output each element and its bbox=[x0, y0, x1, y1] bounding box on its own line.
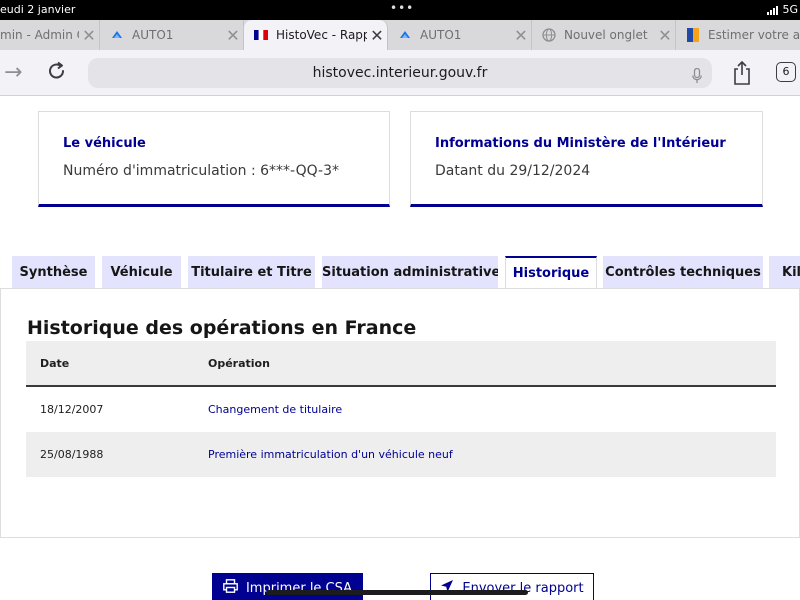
tab-titulaire-titre[interactable]: Titulaire et Titre bbox=[188, 256, 315, 289]
browser-tab-title: min - Admin C bbox=[0, 28, 79, 42]
registration-number: Numéro d'immatriculation : 6***-QQ-3* bbox=[63, 163, 340, 179]
browser-tab-title: Estimer votre au bbox=[708, 28, 800, 42]
ministry-card-title: Informations du Ministère de l'Intérieur bbox=[435, 136, 726, 151]
browser-tab-admin[interactable]: min - Admin C ✕ bbox=[0, 20, 100, 50]
send-report-button[interactable]: Envoyer le rapport bbox=[430, 573, 594, 600]
tab-controles-techniques[interactable]: Contrôles techniques bbox=[603, 256, 763, 289]
print-csa-button[interactable]: Imprimer le CSA bbox=[212, 573, 363, 600]
microphone-icon[interactable] bbox=[692, 65, 702, 83]
tab-situation-administrative[interactable]: Situation administrative bbox=[322, 256, 498, 289]
ministry-date: Datant du 29/12/2024 bbox=[435, 163, 591, 179]
browser-tab-strip: min - Admin C ✕ AUTO1 ✕ HistoVec - Rappo… bbox=[0, 20, 800, 50]
estimate-favicon-icon bbox=[686, 28, 700, 42]
column-header-operation: Opération bbox=[208, 356, 270, 370]
browser-tab-auto1[interactable]: AUTO1 ✕ bbox=[100, 20, 244, 50]
page-content: Le véhicule Numéro d'immatriculation : 6… bbox=[0, 97, 800, 600]
address-url: histovec.interieur.gouv.fr bbox=[312, 65, 488, 81]
close-tab-icon[interactable]: ✕ bbox=[511, 26, 531, 45]
tab-count-button[interactable]: 6 bbox=[776, 62, 796, 82]
row-operation: Changement de titulaire bbox=[208, 403, 343, 416]
ministry-card: Informations du Ministère de l'Intérieur… bbox=[410, 111, 763, 207]
globe-icon bbox=[542, 28, 556, 42]
tab-synthese[interactable]: Synthèse bbox=[12, 256, 95, 289]
history-title: Historique des opérations en France bbox=[27, 317, 417, 339]
forward-arrow-icon[interactable]: → bbox=[4, 60, 22, 85]
browser-toolbar: → histovec.interieur.gouv.fr 6 bbox=[0, 50, 800, 96]
multitasking-dots-icon[interactable]: ••• bbox=[390, 1, 414, 15]
browser-tab-title: AUTO1 bbox=[132, 28, 174, 42]
home-indicator[interactable] bbox=[266, 590, 528, 595]
signal-icon bbox=[767, 5, 779, 15]
browser-tab-title: HistoVec - Rappo bbox=[276, 28, 367, 42]
browser-tab-new[interactable]: Nouvel onglet ✕ bbox=[532, 20, 676, 50]
close-tab-icon[interactable]: ✕ bbox=[367, 26, 387, 45]
history-table: Date Opération 18/12/2007 Changement de … bbox=[26, 341, 776, 477]
close-tab-icon[interactable]: ✕ bbox=[223, 26, 243, 45]
close-tab-icon[interactable]: ✕ bbox=[655, 26, 675, 45]
tab-kilometrage[interactable]: Kilo bbox=[769, 256, 800, 289]
browser-tab-histovec[interactable]: HistoVec - Rappo ✕ bbox=[244, 20, 388, 50]
auto1-favicon-icon bbox=[110, 28, 124, 42]
address-bar[interactable]: histovec.interieur.gouv.fr bbox=[88, 58, 712, 88]
row-date: 18/12/2007 bbox=[40, 403, 104, 416]
vehicle-card: Le véhicule Numéro d'immatriculation : 6… bbox=[38, 111, 390, 207]
close-tab-icon[interactable]: ✕ bbox=[79, 26, 99, 45]
tab-historique[interactable]: Historique bbox=[505, 256, 597, 290]
auto1-favicon-icon bbox=[398, 28, 412, 42]
table-row: 18/12/2007 Changement de titulaire bbox=[26, 387, 776, 432]
share-icon[interactable] bbox=[730, 60, 754, 86]
row-operation: Première immatriculation d'un véhicule n… bbox=[208, 448, 453, 461]
browser-tab-title: Nouvel onglet bbox=[564, 28, 648, 42]
browser-tab-title: AUTO1 bbox=[420, 28, 462, 42]
table-header: Date Opération bbox=[26, 341, 776, 387]
vehicle-card-title: Le véhicule bbox=[63, 136, 146, 151]
row-date: 25/08/1988 bbox=[40, 448, 104, 461]
tab-vehicule[interactable]: Véhicule bbox=[102, 256, 181, 289]
browser-tab-auto1-second[interactable]: AUTO1 ✕ bbox=[388, 20, 532, 50]
browser-tab-estimer[interactable]: Estimer votre au bbox=[676, 20, 800, 50]
history-panel: Historique des opérations en France Date… bbox=[0, 288, 800, 538]
column-header-date: Date bbox=[40, 356, 70, 370]
table-row: 25/08/1988 Première immatriculation d'un… bbox=[26, 432, 776, 477]
french-flag-icon bbox=[254, 28, 268, 42]
report-tabs: Synthèse Véhicule Titulaire et Titre Sit… bbox=[0, 256, 800, 290]
status-bar: eudi 2 janvier ••• 5G bbox=[0, 0, 800, 20]
network-label: 5G bbox=[782, 3, 798, 16]
reload-icon[interactable] bbox=[46, 60, 68, 88]
status-time: eudi 2 janvier bbox=[0, 3, 76, 16]
printer-icon bbox=[223, 579, 238, 597]
